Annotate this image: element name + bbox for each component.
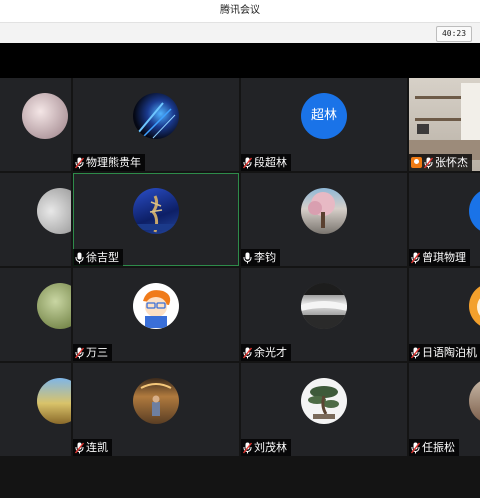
participant-avatar — [37, 283, 71, 329]
participant-tile[interactable]: 连凯 — [73, 363, 239, 456]
participant-tile[interactable]: 李钧 — [241, 173, 407, 266]
participant-tile[interactable]: 超林 段超林 — [241, 78, 407, 171]
participant-avatar — [301, 188, 347, 234]
participant-tile[interactable]: 张怀杰 — [409, 78, 480, 171]
participant-tile[interactable]: 刘茂林 — [241, 363, 407, 456]
mic-muted-icon — [75, 157, 84, 168]
participant-avatar — [37, 188, 71, 234]
participant-tile[interactable]: 余光才 — [241, 268, 407, 361]
participant-nametag: 物理熊贵年 — [73, 154, 145, 171]
mic-muted-icon — [411, 442, 420, 453]
participant-avatar — [22, 93, 68, 139]
participant-avatar — [301, 283, 347, 329]
mic-muted-icon — [424, 157, 433, 168]
participant-tile[interactable]: 物理熊贵年 — [73, 78, 239, 171]
participant-nametag: 段超林 — [241, 154, 291, 171]
mic-muted-icon — [75, 442, 84, 453]
participant-name: 刘茂林 — [254, 441, 287, 454]
participant-avatar — [133, 378, 179, 424]
participant-avatar — [301, 378, 347, 424]
participant-avatar — [133, 188, 179, 234]
mic-muted-icon — [243, 442, 252, 453]
mic-icon — [243, 252, 252, 263]
participant-nametag: 余光才 — [241, 344, 291, 361]
meeting-timer: 40:23 — [436, 26, 472, 42]
participant-name: 徐吉型 — [86, 251, 119, 264]
user-icon — [411, 157, 422, 168]
participant-name: 李钧 — [254, 251, 276, 264]
participant-tile[interactable] — [0, 268, 71, 361]
participant-nametag: 刘茂林 — [241, 439, 291, 456]
mic-muted-icon — [411, 252, 420, 263]
participant-nametag: 任振松 — [409, 439, 459, 456]
participant-tile[interactable] — [0, 78, 71, 171]
participant-nametag: 连凯 — [73, 439, 112, 456]
video-stage: 物理熊贵年 超林 段超林 张怀杰 徐吉型 李钧 曾琪物理 万三 余光才 日语陶泊… — [0, 43, 480, 498]
participant-name: 任振松 — [422, 441, 455, 454]
participant-grid: 物理熊贵年 超林 段超林 张怀杰 徐吉型 李钧 曾琪物理 万三 余光才 日语陶泊… — [0, 78, 480, 498]
participant-tile[interactable]: 万三 — [73, 268, 239, 361]
participant-name: 余光才 — [254, 346, 287, 359]
participant-avatar: 超林 — [301, 93, 347, 139]
participant-nametag: 万三 — [73, 344, 112, 361]
participant-avatar — [469, 378, 480, 424]
participant-name: 物理熊贵年 — [86, 156, 141, 169]
participant-nametag: 日语陶泊机 — [409, 344, 480, 361]
participant-avatar — [133, 283, 179, 329]
participant-tile[interactable]: 曾琪物理 — [409, 173, 480, 266]
mic-muted-icon — [243, 347, 252, 358]
participant-nametag: 李钧 — [241, 249, 280, 266]
participant-name: 万三 — [86, 346, 108, 359]
participant-avatar — [133, 93, 179, 139]
participant-nametag: 张怀杰 — [409, 154, 472, 171]
mic-muted-icon — [243, 157, 252, 168]
mic-muted-icon — [411, 347, 420, 358]
participant-tile[interactable]: 日语陶泊机 — [409, 268, 480, 361]
participant-name: 段超林 — [254, 156, 287, 169]
participant-tile[interactable] — [0, 363, 71, 456]
participant-tile[interactable]: 任振松 — [409, 363, 480, 456]
participant-name: 曾琪物理 — [422, 251, 466, 264]
participant-tile[interactable] — [0, 173, 71, 266]
participant-name: 连凯 — [86, 441, 108, 454]
participant-name: 张怀杰 — [435, 156, 468, 169]
participant-nametag: 曾琪物理 — [409, 249, 470, 266]
window-title: 腾讯会议 — [0, 0, 480, 22]
participant-tile[interactable]: 徐吉型 — [73, 173, 239, 266]
participant-avatar — [37, 378, 71, 424]
mic-icon — [75, 252, 84, 263]
participant-name: 日语陶泊机 — [422, 346, 477, 359]
meeting-toolbar: 40:23 — [0, 22, 480, 43]
participant-nametag: 徐吉型 — [73, 249, 123, 266]
mic-muted-icon — [75, 347, 84, 358]
participant-avatar — [469, 188, 480, 234]
participant-avatar — [469, 283, 480, 329]
